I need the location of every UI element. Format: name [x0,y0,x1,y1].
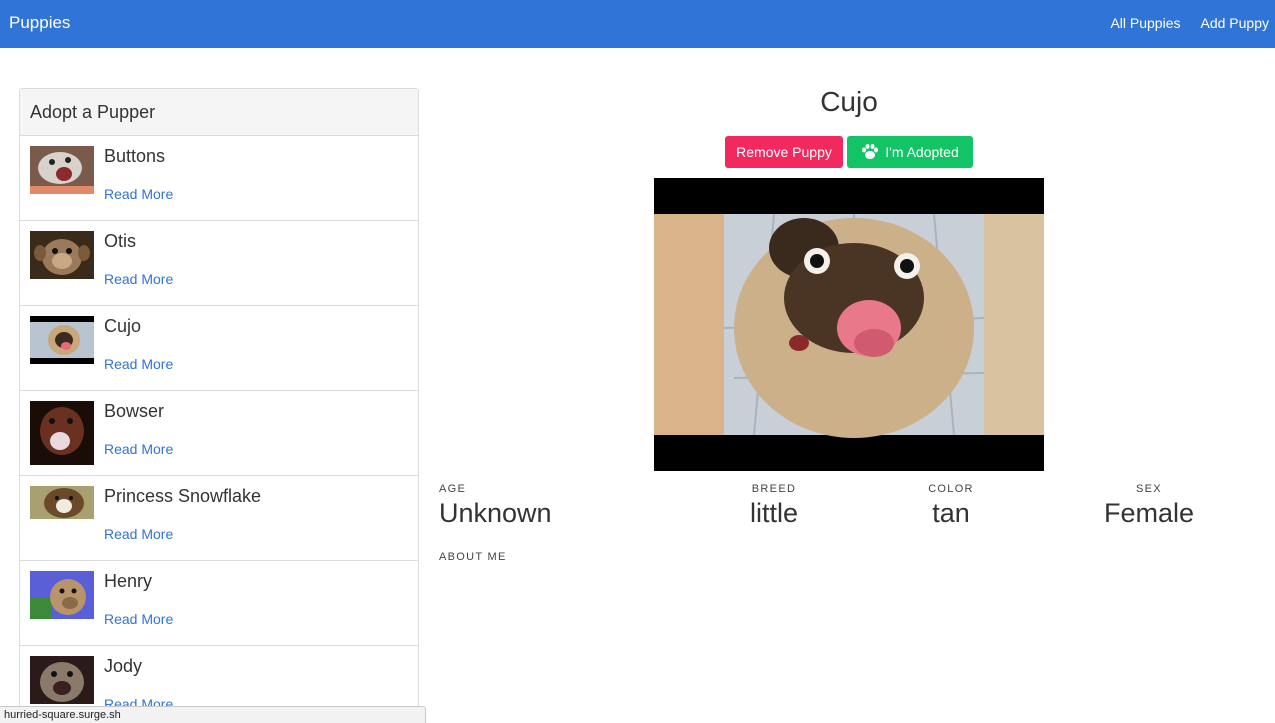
puppy-thumbnail[interactable] [30,401,94,465]
puppy-name: Bowser [104,401,165,421]
nav-add-puppy-link[interactable]: Add Puppy [1201,15,1270,31]
puppy-thumbnail[interactable] [30,316,94,364]
list-item: Buttons Read More [20,136,418,221]
puppy-detail-title: Cujo [820,86,878,117]
read-more-link[interactable]: Read More [104,271,173,287]
puppy-thumbnail[interactable] [30,571,94,619]
stat-color: COLOR tan [901,483,1001,529]
puppy-thumbnail[interactable] [30,656,94,704]
navbar-brand[interactable]: Puppies [9,13,70,33]
age-label: AGE [439,483,467,495]
puppy-name: Jody [104,656,143,676]
detail-actions: Remove Puppy I'm Adopted [725,136,973,168]
puppy-photo [654,178,1044,471]
stat-breed: BREED little [724,483,824,529]
breed-value: little [749,498,798,528]
read-more-link[interactable]: Read More [104,526,173,542]
adopted-label: I'm Adopted [885,144,959,160]
puppy-thumbnail[interactable] [30,486,94,519]
sidebar-panel: Adopt a Pupper Buttons Read More Otis Re… [19,88,419,723]
list-item: Henry Read More [20,561,418,646]
stat-sex: SEX Female [1089,483,1209,529]
sidebar-title: Adopt a Pupper [20,89,418,136]
remove-puppy-label: Remove Puppy [736,144,832,160]
remove-puppy-button[interactable]: Remove Puppy [725,136,843,168]
about-me-label: ABOUT ME [439,551,507,563]
adopted-button[interactable]: I'm Adopted [847,136,973,168]
list-item: Princess Snowflake Read More [20,476,418,561]
color-value: tan [932,498,970,528]
nav-all-puppies-link[interactable]: All Puppies [1110,15,1180,31]
browser-status-bar: hurried-square.surge.sh [0,706,426,723]
breed-label: BREED [751,483,797,495]
stat-age: AGE Unknown [439,483,552,529]
read-more-link[interactable]: Read More [104,611,173,627]
list-item: Cujo Read More [20,306,418,391]
puppy-thumbnail[interactable] [30,231,94,279]
list-item: Otis Read More [20,221,418,306]
read-more-link[interactable]: Read More [104,356,173,372]
puppy-thumbnail[interactable] [30,146,94,194]
puppy-name: Henry [104,571,153,591]
read-more-link[interactable]: Read More [104,441,173,457]
puppy-name: Princess Snowflake [104,486,262,506]
sex-value: Female [1103,498,1195,528]
list-item: Bowser Read More [20,391,418,476]
sex-label: SEX [1136,483,1162,495]
puppy-name: Buttons [104,146,166,166]
nav-links: All Puppies Add Puppy [1110,15,1269,31]
navbar: Puppies All Puppies Add Puppy [0,0,1275,48]
paw-icon [861,144,879,160]
puppy-name: Cujo [104,316,142,336]
color-label: COLOR [928,483,974,495]
puppy-name: Otis [104,231,137,251]
read-more-link[interactable]: Read More [104,186,173,202]
age-value: Unknown [439,498,552,528]
